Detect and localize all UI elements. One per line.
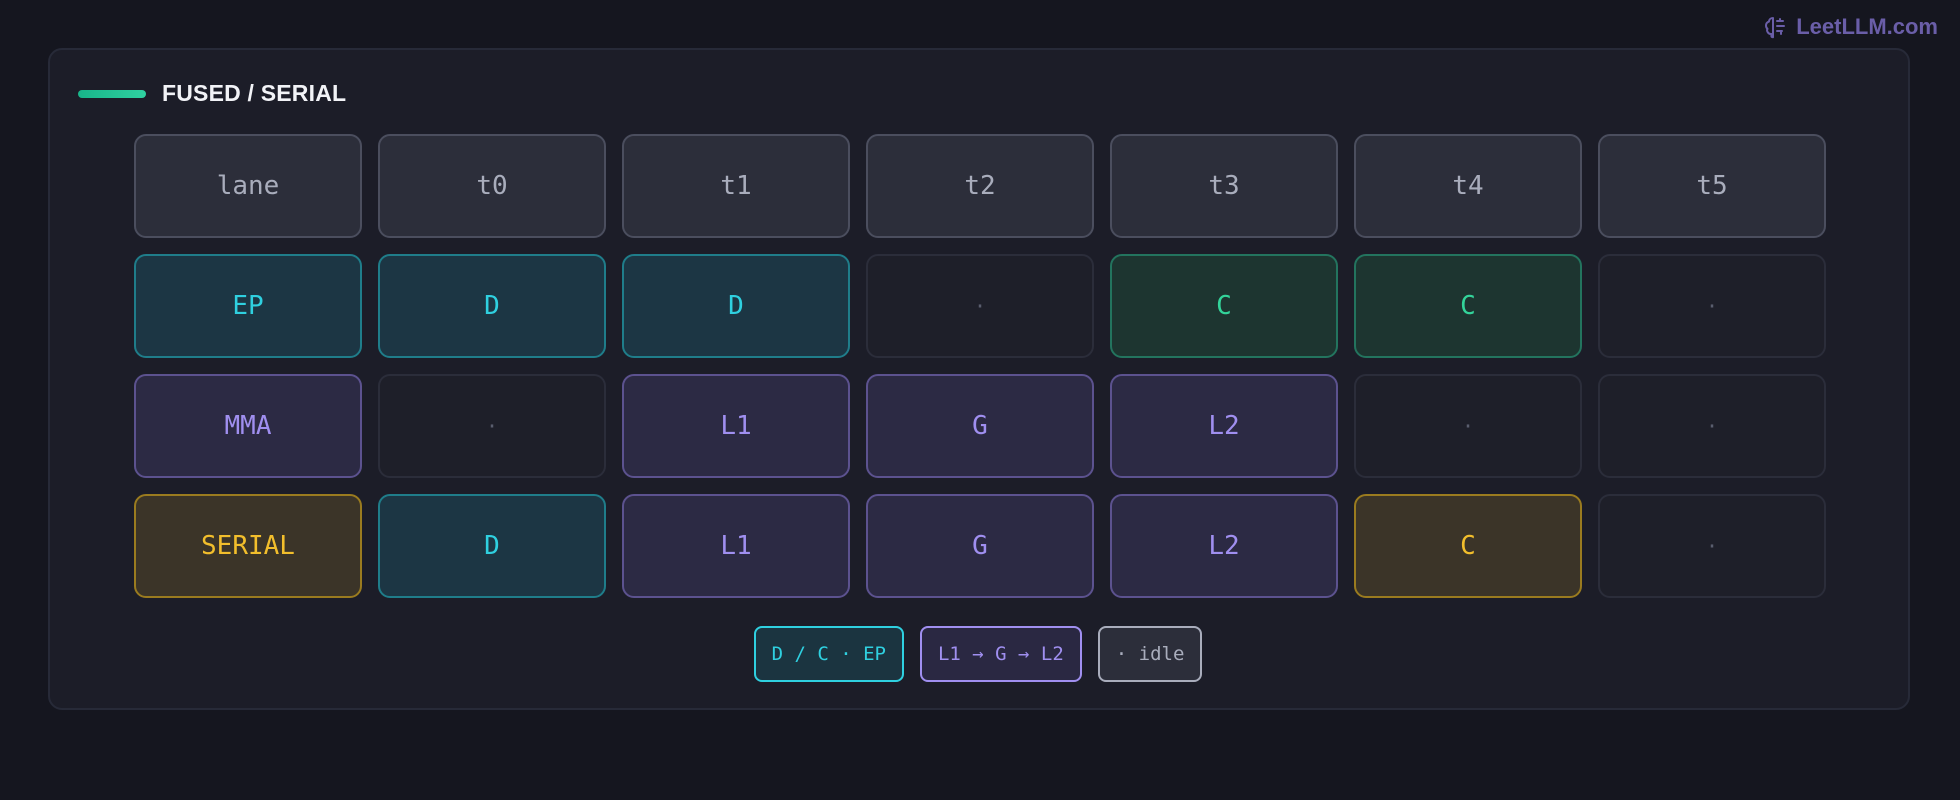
lane-label-mma: MMA (134, 374, 362, 478)
brand-text[interactable]: LeetLLM.com (1796, 14, 1938, 40)
serial-cell-t1: L1 (622, 494, 850, 598)
serial-cell-t4: C (1354, 494, 1582, 598)
serial-cell-t3: L2 (1110, 494, 1338, 598)
legend-chip-mma: L1 → G → L2 (919, 626, 1082, 682)
brain-icon (1764, 15, 1786, 39)
serial-cell-t0: D (378, 494, 606, 598)
title-accent-bar (78, 89, 146, 98)
panel-title: FUSED / SERIAL (162, 80, 347, 106)
mma-cell-t4: · (1354, 374, 1582, 478)
panel-header: FUSED / SERIAL (78, 80, 346, 107)
ep-cell-t0: D (378, 254, 606, 358)
brand-logo: LeetLLM.com (1764, 14, 1938, 40)
mma-cell-t5: · (1598, 374, 1826, 478)
header-cell-t3: t3 (1110, 134, 1338, 238)
mma-cell-t1: L1 (622, 374, 850, 478)
header-cell-t1: t1 (622, 134, 850, 238)
diagram-panel: FUSED / SERIAL lane t0 t1 t2 t3 t4 t5 EP… (48, 48, 1910, 710)
header-cell-t4: t4 (1354, 134, 1582, 238)
header-cell-t5: t5 (1598, 134, 1826, 238)
ep-cell-t1: D (622, 254, 850, 358)
header-cell-lane: lane (134, 134, 362, 238)
ep-cell-t4: C (1354, 254, 1582, 358)
mma-cell-t0: · (378, 374, 606, 478)
lane-label-ep: EP (134, 254, 362, 358)
ep-cell-t2: · (866, 254, 1094, 358)
legend: D / C · EP L1 → G → L2 · idle (50, 626, 1908, 682)
header-cell-t0: t0 (378, 134, 606, 238)
mma-cell-t2: G (866, 374, 1094, 478)
serial-cell-t2: G (866, 494, 1094, 598)
legend-chip-idle: · idle (1097, 626, 1203, 682)
lane-label-serial: SERIAL (134, 494, 362, 598)
ep-cell-t5: · (1598, 254, 1826, 358)
legend-chip-ep: D / C · EP (753, 626, 904, 682)
ep-cell-t3: C (1110, 254, 1338, 358)
mma-cell-t3: L2 (1110, 374, 1338, 478)
header-cell-t2: t2 (866, 134, 1094, 238)
serial-cell-t5: · (1598, 494, 1826, 598)
timeline-grid: lane t0 t1 t2 t3 t4 t5 EP D D · C C · MM… (134, 134, 1826, 598)
